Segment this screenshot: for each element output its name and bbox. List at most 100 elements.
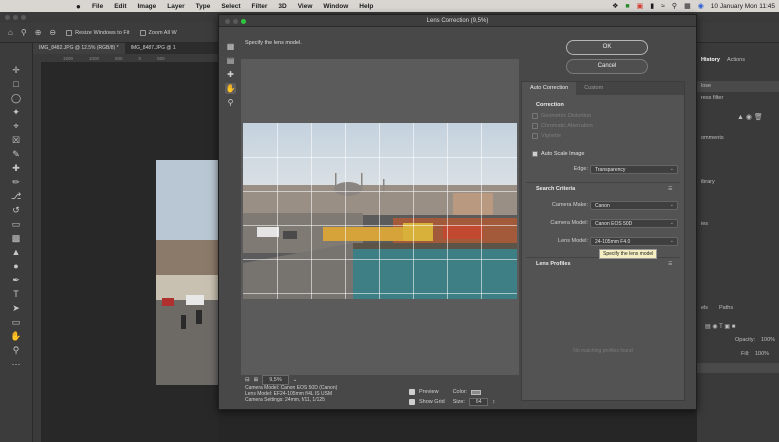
menu-file[interactable]: File — [92, 3, 103, 10]
type-tool-icon[interactable]: T — [10, 289, 22, 300]
menu-view[interactable]: View — [298, 3, 313, 10]
control-center-icon[interactable]: ▦ — [684, 2, 691, 10]
cancel-button[interactable]: Cancel — [566, 59, 648, 74]
menu-select[interactable]: Select — [221, 3, 240, 10]
menu-filter[interactable]: Filter — [252, 3, 268, 10]
geometric-distortion-option[interactable]: Geometric Distortion — [532, 113, 591, 119]
auto-scale-option[interactable]: Auto Scale Image — [532, 151, 584, 157]
zoom-out-icon[interactable]: ⊖ — [49, 28, 56, 37]
opacity-value[interactable]: 100% — [761, 337, 775, 343]
tab-actions[interactable]: Actions — [727, 57, 745, 63]
battery-icon[interactable]: ▮ — [650, 2, 654, 10]
blur-tool-icon[interactable]: ▲ — [10, 247, 22, 258]
fill-value[interactable]: 100% — [755, 351, 769, 357]
ok-button[interactable]: OK — [566, 40, 648, 55]
dialog-zoom-icon[interactable] — [241, 19, 246, 24]
siri-icon[interactable]: ◉ — [698, 2, 704, 10]
pen-tool-icon[interactable]: ✒ — [10, 275, 22, 286]
chromatic-aberration-checkbox[interactable] — [532, 123, 538, 129]
chromatic-aberration-option[interactable]: Chromatic Aberration — [532, 123, 593, 129]
zoom-dropdown-icon[interactable]: ⌄ — [293, 377, 298, 383]
home-icon[interactable]: ⌂ — [8, 28, 13, 37]
tab-custom[interactable]: Custom — [576, 82, 611, 95]
menu-layer[interactable]: Layer — [167, 3, 184, 10]
move-tool-icon[interactable]: ✛ — [10, 65, 22, 76]
search-icon[interactable]: ⚲ — [672, 2, 677, 10]
zoom-all-checkbox[interactable] — [139, 29, 146, 36]
straighten-tool-icon[interactable]: ▤ — [225, 55, 236, 66]
resize-windows-option[interactable]: Resize Windows to Fit — [66, 29, 130, 36]
history-item[interactable]: lose — [697, 81, 779, 92]
grid-color-swatch[interactable] — [471, 389, 482, 395]
zoom-all-windows-option[interactable]: Zoom All W — [139, 29, 177, 36]
zoom-tool-icon[interactable]: ⚲ — [225, 97, 236, 108]
clone-stamp-tool-icon[interactable]: ⎇ — [10, 191, 22, 202]
brush-tool-icon[interactable]: ✏ — [10, 177, 22, 188]
layer-row[interactable] — [697, 363, 779, 373]
search-criteria-menu-icon[interactable]: ☰ — [668, 186, 672, 192]
dialog-close-icon[interactable] — [225, 19, 230, 24]
paths-panel-label[interactable]: Paths — [719, 305, 733, 311]
frame-tool-icon[interactable]: ☒ — [10, 135, 22, 146]
geometric-distortion-checkbox[interactable] — [532, 113, 538, 119]
minimize-window-icon[interactable] — [13, 15, 18, 20]
dodge-tool-icon[interactable]: ● — [10, 261, 22, 272]
notification-icon[interactable]: ▣ — [637, 2, 644, 10]
close-window-icon[interactable] — [5, 15, 10, 20]
document-image[interactable] — [156, 160, 218, 385]
lens-model-select[interactable]: 24-105mm F4.0 ⌄ — [590, 237, 678, 246]
auto-scale-checkbox[interactable] — [532, 151, 538, 157]
creative-cloud-icon[interactable]: ❖ — [612, 2, 618, 10]
eraser-tool-icon[interactable]: ▭ — [10, 219, 22, 230]
zoom-in-icon[interactable]: ⊞ — [254, 377, 259, 383]
grid-size-input[interactable]: 64 — [468, 398, 489, 406]
edge-select[interactable]: Transparency ⌄ — [590, 165, 678, 174]
zoom-in-icon[interactable]: ⊕ — [35, 28, 42, 37]
doc-tab-active[interactable]: IMG_8482.JPG @ 12.5% (RGB/8) * — [33, 43, 125, 54]
zoom-tool-side-icon[interactable]: ⚲ — [10, 345, 22, 356]
layer-filter-icons[interactable]: ▤ ◉ T ▣ ■ — [705, 323, 735, 330]
remove-distortion-tool-icon[interactable]: ▦ — [225, 41, 236, 52]
show-grid-checkbox[interactable] — [409, 399, 415, 405]
history-item[interactable]: ress filter — [697, 93, 779, 104]
camera-model-select[interactable]: Canon EOS 50D ⌄ — [590, 219, 678, 228]
doc-tab[interactable]: IMG_8487.JPG @ 1 — [125, 43, 182, 54]
wifi-icon[interactable]: ≈ — [661, 3, 665, 10]
hand-tool-icon[interactable]: ✋ — [10, 331, 22, 342]
more-tools-icon[interactable]: ⋯ — [10, 359, 22, 370]
menu-type[interactable]: Type — [196, 3, 211, 10]
preview-image[interactable] — [243, 123, 517, 299]
crop-tool-icon[interactable]: ⌖ — [10, 121, 22, 132]
tab-history[interactable]: History — [701, 57, 720, 63]
zoom-window-icon[interactable] — [21, 15, 26, 20]
vignette-checkbox[interactable] — [532, 133, 538, 139]
zoom-level[interactable]: 9,5% — [262, 375, 289, 385]
menu-image[interactable]: Image — [137, 3, 156, 10]
apple-icon[interactable]: ● — [76, 2, 88, 11]
menu-help[interactable]: Help — [359, 3, 373, 10]
healing-brush-tool-icon[interactable]: ✚ — [10, 163, 22, 174]
dialog-minimize-icon[interactable] — [233, 19, 238, 24]
gradient-tool-icon[interactable]: ▩ — [10, 233, 22, 244]
lasso-tool-icon[interactable]: ◯ — [10, 93, 22, 104]
grid-size-stepper-icon[interactable]: ↕ — [492, 399, 495, 405]
marquee-tool-icon[interactable]: □ — [10, 79, 22, 90]
shape-tool-icon[interactable]: ▭ — [10, 317, 22, 328]
lens-profiles-menu-icon[interactable]: ☰ — [668, 261, 672, 267]
menu-edit[interactable]: Edit — [114, 3, 126, 10]
history-brush-tool-icon[interactable]: ↺ — [10, 205, 22, 216]
tab-auto-correction[interactable]: Auto Correction — [522, 82, 577, 95]
clock[interactable]: 10 January Mon 11:45 — [711, 3, 775, 10]
move-grid-tool-icon[interactable]: ✚ — [225, 69, 236, 80]
preview-checkbox[interactable] — [409, 389, 415, 395]
vignette-option[interactable]: Vignette — [532, 133, 561, 139]
menu-window[interactable]: Window — [323, 3, 348, 10]
app-status-icon[interactable]: ■ — [625, 3, 629, 10]
history-actions-icons[interactable]: ▲ ◉ 🗑 — [737, 113, 763, 121]
preview-area[interactable] — [241, 59, 519, 375]
hand-tool-icon[interactable]: ✋ — [225, 83, 236, 94]
resize-windows-checkbox[interactable] — [66, 29, 73, 36]
camera-make-select[interactable]: Canon ⌄ — [590, 201, 678, 210]
lens-profiles-list[interactable]: No matching profiles found — [526, 276, 680, 396]
zoom-tool-icon[interactable]: ⚲ — [21, 28, 27, 37]
